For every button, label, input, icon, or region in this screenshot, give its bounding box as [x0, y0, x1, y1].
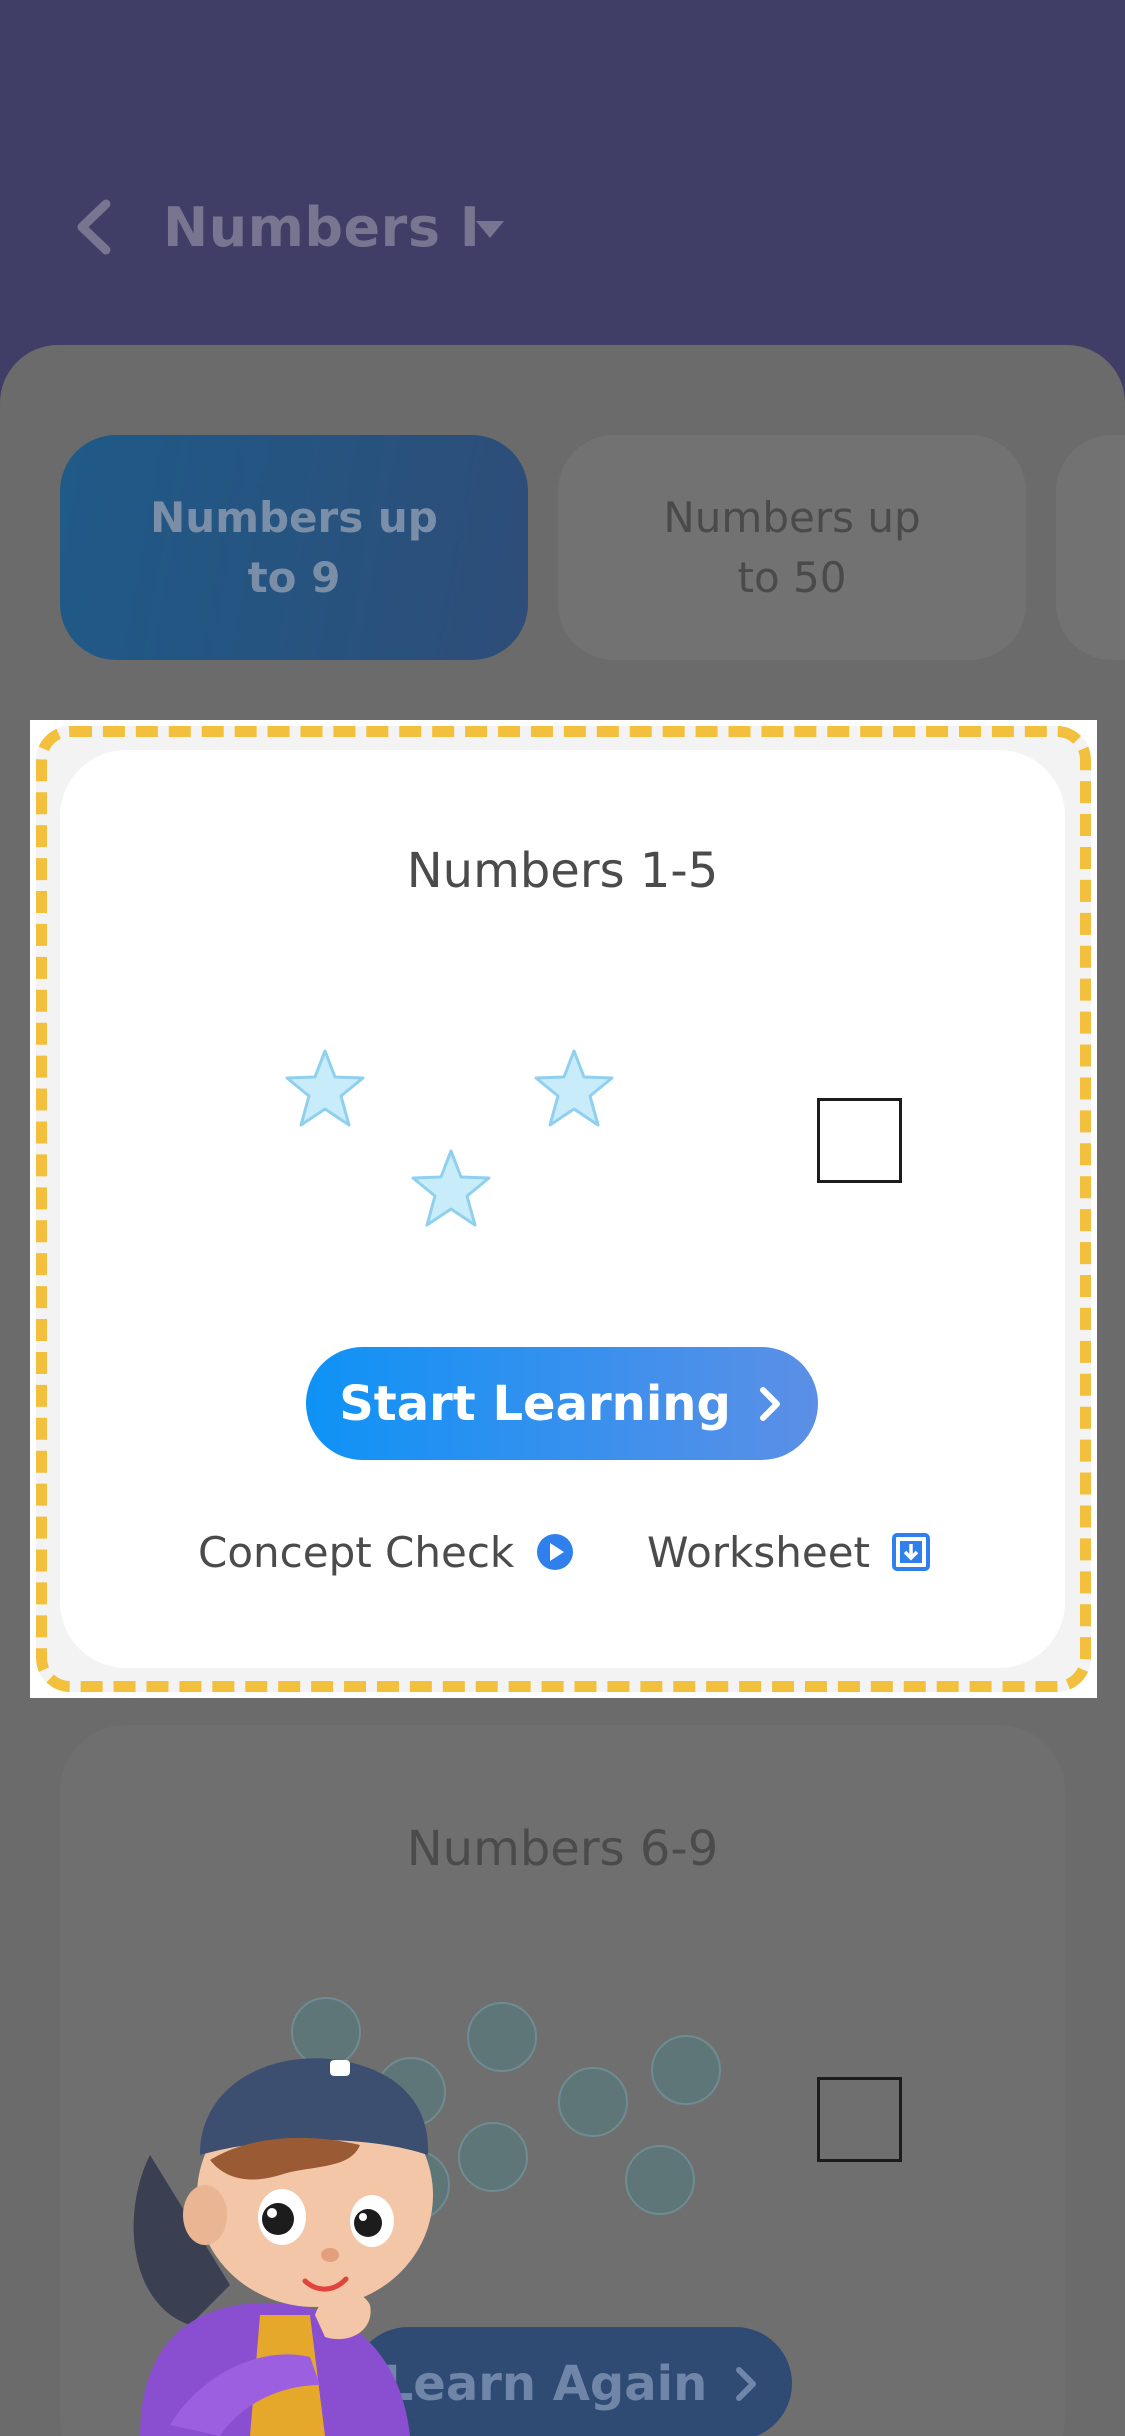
worksheet-link[interactable]: Worksheet	[647, 1525, 931, 1579]
chevron-right-icon	[736, 2366, 757, 2401]
start-learning-label: Start Learning	[339, 1375, 731, 1432]
caret-down-icon[interactable]	[474, 218, 506, 242]
star-icon	[534, 1049, 614, 1127]
mascot-character-illustration	[133, 2058, 433, 2436]
tab-next-peek[interactable]	[1056, 435, 1125, 660]
lesson-title-2: Numbers 6-9	[406, 1821, 719, 1877]
answer-box-2[interactable]	[817, 2077, 902, 2162]
counter-dot	[558, 2067, 628, 2137]
worksheet-label: Worksheet	[647, 1527, 871, 1577]
star-icon	[411, 1149, 491, 1227]
star-icon	[285, 1049, 365, 1127]
concept-check-label: Concept Check	[198, 1527, 515, 1577]
lesson-title: Numbers 1-5	[406, 843, 719, 899]
answer-box[interactable]	[817, 1098, 902, 1183]
tab-numbers-up-to-50[interactable]: Numbers up to 50	[558, 435, 1026, 660]
counter-dot	[651, 2035, 721, 2105]
counter-dot	[467, 2002, 537, 2072]
concept-check-link[interactable]: Concept Check	[198, 1525, 574, 1579]
back-chevron-icon[interactable]	[60, 192, 130, 262]
tab-numbers-up-to-9[interactable]: Numbers up to 9	[60, 435, 528, 660]
play-circle-icon	[537, 1534, 574, 1570]
start-learning-button[interactable]: Start Learning	[306, 1347, 818, 1460]
chevron-right-icon	[759, 1386, 780, 1421]
page-title[interactable]: Numbers I	[163, 196, 480, 259]
counter-dot	[625, 2145, 695, 2215]
download-icon	[892, 1533, 931, 1571]
